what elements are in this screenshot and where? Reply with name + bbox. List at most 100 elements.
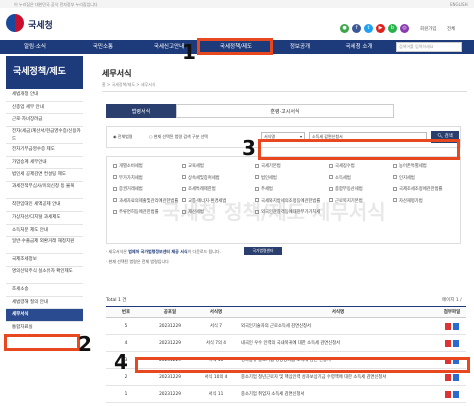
marker-4: 4 [114,350,128,374]
tab-directive-forms[interactable]: 훈령·고시서식 [176,104,394,118]
category-checkbox[interactable]: 국제조세조정에관한법률 [393,186,442,192]
hwp-file-icon[interactable] [453,373,459,381]
marker-2: 2 [78,332,92,356]
sidebar-item-9[interactable]: 가상자산/디지털 과세제도 [6,212,83,225]
watermark: 국세청 정책/제도 세무서식 [162,200,386,224]
category-checkbox[interactable]: 조세특례제한법 [182,186,216,192]
highlight-tax-forms-menu [4,334,80,351]
sidebar-item-5[interactable]: 가업승계 세무안내 [6,157,83,170]
col-form-no: 서식명 [194,306,238,318]
sidebar-item-0[interactable]: 세법개정 안내 [6,89,83,102]
gnb-about[interactable]: 국세청 소개 [330,40,388,54]
row-title[interactable]: 내국인 우수 인력의 국내복귀에 대한 소득세 감면신청서 [238,334,438,352]
category-checkbox[interactable]: 소득세법 [329,175,351,181]
form-tabs: 법령서식 훈령·고시서식 [106,104,394,118]
chat-icon[interactable]: ● [340,24,349,33]
gnb-communication[interactable]: 국민소통 [78,40,128,54]
radio-all-statutes[interactable]: ◉ 전체법령 [113,134,133,140]
category-checkbox[interactable]: 교육세법 [182,163,204,169]
hwp-file-icon[interactable] [453,339,459,347]
highlight-search-field [258,139,460,160]
category-checkbox[interactable]: 법인세법 [255,175,277,181]
category-label: 인지세법 [399,175,415,181]
sidebar-item-10[interactable]: 소득처분 제도 안내 [6,225,83,238]
row-date: 20231229 [146,334,194,352]
sidebar-item-13[interactable]: 명의신탁주식 실소유자 확인제도 [6,267,83,284]
sidebar-item-2[interactable]: 근로·자녀장려금 [6,114,83,128]
instagram-icon[interactable]: ◎ [400,24,409,33]
row-form-no: 서식 11 [194,385,238,403]
page-title: 세무서식 [102,69,132,78]
pdf-file-icon[interactable] [445,390,451,398]
sidebar-item-17[interactable]: 통합자료실 [6,322,83,335]
all-menu-link[interactable]: 전체 [447,26,455,32]
sidebar-item-11[interactable]: 일반·수출금제 외환거래 재정지원 [6,237,83,255]
note-bold: 법제처 국가법령정보센터 제공 서식 [128,249,188,254]
sidebar-item-12[interactable]: 국제조세정보 [6,254,83,267]
category-checkbox[interactable]: 국세징수법 [329,163,355,169]
gov-notice-bar: 이 누리집은 대한민국 공식 전자정부 누리집입니다 ENGLISH [0,0,474,8]
checkbox-icon [393,163,397,168]
checkbox-icon [113,198,117,202]
sidebar-title: 국세정책/제도 [6,56,83,89]
sidebar-item-16[interactable]: 세무서식 [6,309,83,322]
twitter-icon[interactable]: t [364,24,373,33]
sidebar-item-15[interactable]: 세법령해 질의 안내 [6,297,83,310]
checkbox-icon [393,198,397,202]
table-row[interactable]: 5 20231229 서식 7 외국인기술자의 근로소득세 감면신청서 [106,317,466,335]
row-title[interactable]: 중소기업 취업자 소득세 감면신청서 [238,385,438,403]
pdf-file-icon[interactable] [445,339,451,347]
category-checkbox[interactable]: 개별소비세법 [113,163,143,169]
category-checkbox[interactable]: 인지세법 [393,175,415,181]
note-suffix: 이 다운로드 됩니다. [187,249,221,254]
sidebar-item-7[interactable]: 과세전적부심사/이의신청 등 불복 [6,182,83,200]
category-checkbox[interactable]: 주류면허등에관한법률 [113,209,159,215]
category-checkbox[interactable]: 농어촌특별세법 [393,163,427,169]
category-checkbox[interactable]: 국세기본법 [255,163,281,169]
table-row[interactable]: 4 20231229 서식 7의 4 내국인 우수 인력의 국내복귀에 대한 소득세 … [106,334,466,352]
checkbox-icon [182,186,186,191]
checkbox-icon [255,163,259,168]
pdf-file-icon[interactable] [445,322,451,330]
blog-icon[interactable]: b [388,24,397,33]
sidebar-item-6[interactable]: 법인세 공제감면 컨설팅 제도 [6,169,83,183]
tab-statute-forms[interactable]: 법령서식 [106,104,176,118]
divider [102,91,467,92]
category-checkbox[interactable]: 주세법 [255,186,273,192]
gnb-disclosure[interactable]: 정보공개 [276,40,324,54]
category-checkbox[interactable]: 상속세및증여세법 [182,175,220,181]
category-checkbox[interactable]: 종합부동산세법 [329,186,363,192]
english-link[interactable]: ENGLISH [450,2,468,7]
nts-logo[interactable]: 국세청 [6,12,76,34]
row-number: 4 [106,334,146,352]
category-checkbox[interactable]: 부가가치세법 [113,175,143,181]
site-search-input[interactable]: 검색어를 입력하세요 [396,42,462,52]
sidebar-item-8[interactable]: 착한임대인 세액공제 안내 [6,199,83,212]
checkbox-icon [329,163,333,168]
checkbox-icon [329,175,333,179]
law-center-button[interactable]: 국가법령센터 [244,247,282,255]
checkbox-icon [393,186,397,191]
col-form-name: 서식명 [238,306,438,318]
category-checkbox[interactable]: 증권거래세법 [113,186,143,192]
hwp-file-icon[interactable] [453,322,459,330]
row-title[interactable]: 외국인기술자의 근로소득세 감면신청서 [238,317,438,335]
signup-link[interactable]: 회원가입 [420,26,437,32]
sidebar-item-14[interactable]: 조세소송 [6,284,83,297]
sidebar-item-3[interactable]: 전자(세금)계산서/현금영수증/신용카드 [6,127,83,145]
hwp-file-icon[interactable] [453,390,459,398]
page-info: 페이지 1 / [442,298,462,303]
sidebar-item-1[interactable]: 신종업 세무 안내 [6,102,83,115]
pdf-file-icon[interactable] [445,373,451,381]
gnb-news[interactable]: 알림·소식 [10,40,60,54]
radio-current-statute[interactable]: ○ 현재 선택된 법령 검색 구분 선택 [149,134,208,140]
col-number: 번호 [106,306,146,318]
table-row[interactable]: 1 20231229 서식 11 중소기업 취업자 소득세 감면신청서 [106,385,466,403]
youtube-icon[interactable]: ▶ [376,24,385,33]
facebook-icon[interactable]: f [352,24,361,33]
category-checkbox[interactable]: 자산재평가법 [393,198,423,204]
row-form-no: 서식 7의 4 [194,334,238,352]
highlight-result-row [135,357,470,373]
sidebar-item-4[interactable]: 전자기부금영수증 제도 [6,144,83,157]
main-content: 세무서식 홈 > 국세정책/제도 > 세무서식 법령서식 훈령·고시서식 ◉ 전… [92,56,472,403]
